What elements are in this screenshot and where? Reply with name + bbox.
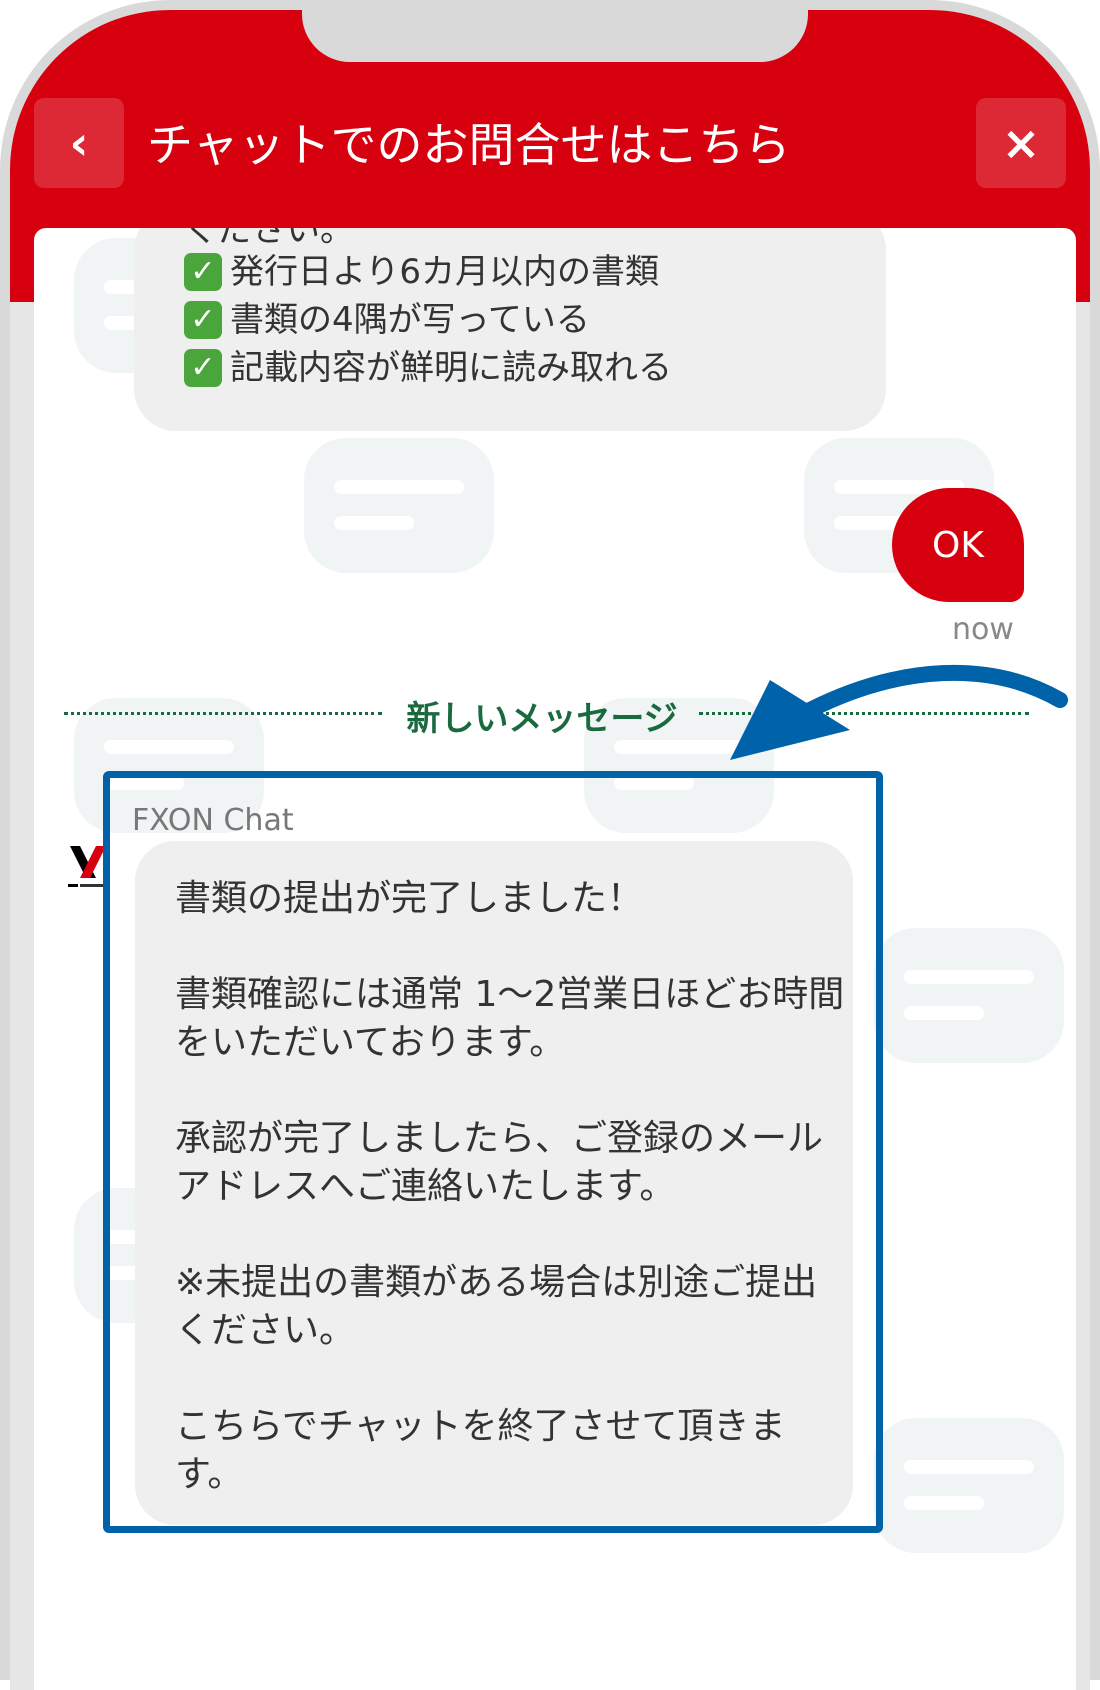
bg-pattern-shape	[304, 438, 494, 573]
cut-off-line: ください。	[184, 228, 354, 248]
checkbox-icon: ✓	[184, 301, 222, 339]
checkbox-icon: ✓	[184, 349, 222, 387]
phone-notch	[302, 10, 808, 62]
message-timestamp: now	[952, 612, 1014, 647]
checkbox-icon: ✓	[184, 253, 222, 291]
checklist-item: ✓ 記載内容が鮮明に読み取れる	[184, 344, 884, 392]
close-button[interactable]: ×	[976, 98, 1066, 188]
bg-pattern-shape	[874, 1418, 1064, 1553]
bg-pattern-shape	[874, 928, 1064, 1063]
divider-line-left	[64, 712, 382, 715]
checklist-item: ✓ 発行日より6カ月以内の書類	[184, 248, 884, 296]
previous-bot-text: ください。 ✓ 発行日より6カ月以内の書類 ✓ 書類の4隅が写っている ✓ 記載…	[184, 228, 884, 392]
close-icon: ×	[1001, 116, 1041, 170]
curved-arrow-icon	[730, 664, 1068, 760]
chevron-left-icon: ‹	[69, 116, 89, 170]
user-message-bubble: OK	[892, 488, 1024, 602]
back-button[interactable]: ‹	[34, 98, 124, 188]
highlight-box	[103, 771, 883, 1533]
new-message-divider-label: 新しいメッセージ	[406, 699, 678, 739]
chat-title: チャットでのお問合せはこちら	[147, 118, 791, 172]
checklist-item: ✓ 書類の4隅が写っている	[184, 296, 884, 344]
